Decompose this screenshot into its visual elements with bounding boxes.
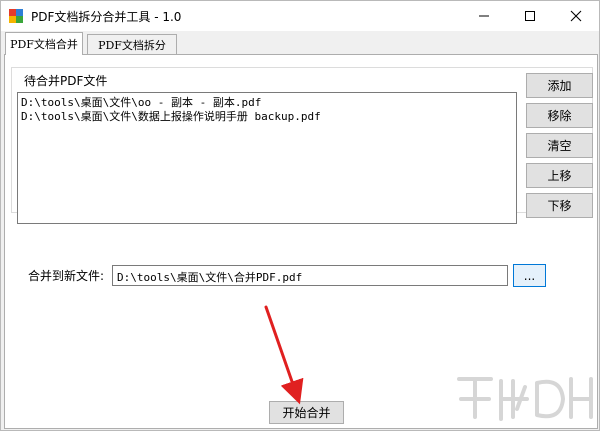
output-file-label: 合并到新文件: xyxy=(28,269,105,283)
title-bar[interactable]: PDF文档拆分合并工具 - 1.0 xyxy=(1,1,599,31)
output-file-field[interactable]: D:\tools\桌面\文件\合并PDF.pdf xyxy=(112,265,508,286)
close-icon xyxy=(570,10,582,22)
watermark-logo xyxy=(457,377,593,421)
list-item[interactable]: D:\tools\桌面\文件\oo - 副本 - 副本.pdf xyxy=(21,96,513,110)
clear-button[interactable]: 清空 xyxy=(526,133,593,158)
minimize-button[interactable] xyxy=(461,1,507,31)
move-up-button[interactable]: 上移 xyxy=(526,163,593,188)
browse-button[interactable]: ... xyxy=(513,264,546,287)
list-item[interactable]: D:\tools\桌面\文件\数据上报操作说明手册 backup.pdf xyxy=(21,110,513,124)
add-button[interactable]: 添加 xyxy=(526,73,593,98)
app-icon xyxy=(9,9,23,23)
close-button[interactable] xyxy=(553,1,599,31)
app-window: PDF文档拆分合并工具 - 1.0 PDF文档合并 PDF文档拆分 待合并PDF… xyxy=(0,0,600,431)
window-title: PDF文档拆分合并工具 - 1.0 xyxy=(31,10,182,24)
pending-files-list[interactable]: D:\tools\桌面\文件\oo - 副本 - 副本.pdf D:\tools… xyxy=(17,92,517,224)
tab-pdf-merge[interactable]: PDF文档合并 xyxy=(5,32,83,55)
remove-button[interactable]: 移除 xyxy=(526,103,593,128)
annotation-arrow-icon xyxy=(264,305,304,405)
maximize-button[interactable] xyxy=(507,1,553,31)
move-down-button[interactable]: 下移 xyxy=(526,193,593,218)
tab-strip: PDF文档合并 PDF文档拆分 xyxy=(3,31,597,55)
pending-files-group-label: 待合并PDF文件 xyxy=(22,72,110,89)
minimize-icon xyxy=(479,15,489,17)
maximize-icon xyxy=(525,11,535,21)
pending-files-group: 待合并PDF文件 D:\tools\桌面\文件\oo - 副本 - 副本.pdf… xyxy=(11,67,593,224)
tab-pdf-split[interactable]: PDF文档拆分 xyxy=(87,34,177,55)
